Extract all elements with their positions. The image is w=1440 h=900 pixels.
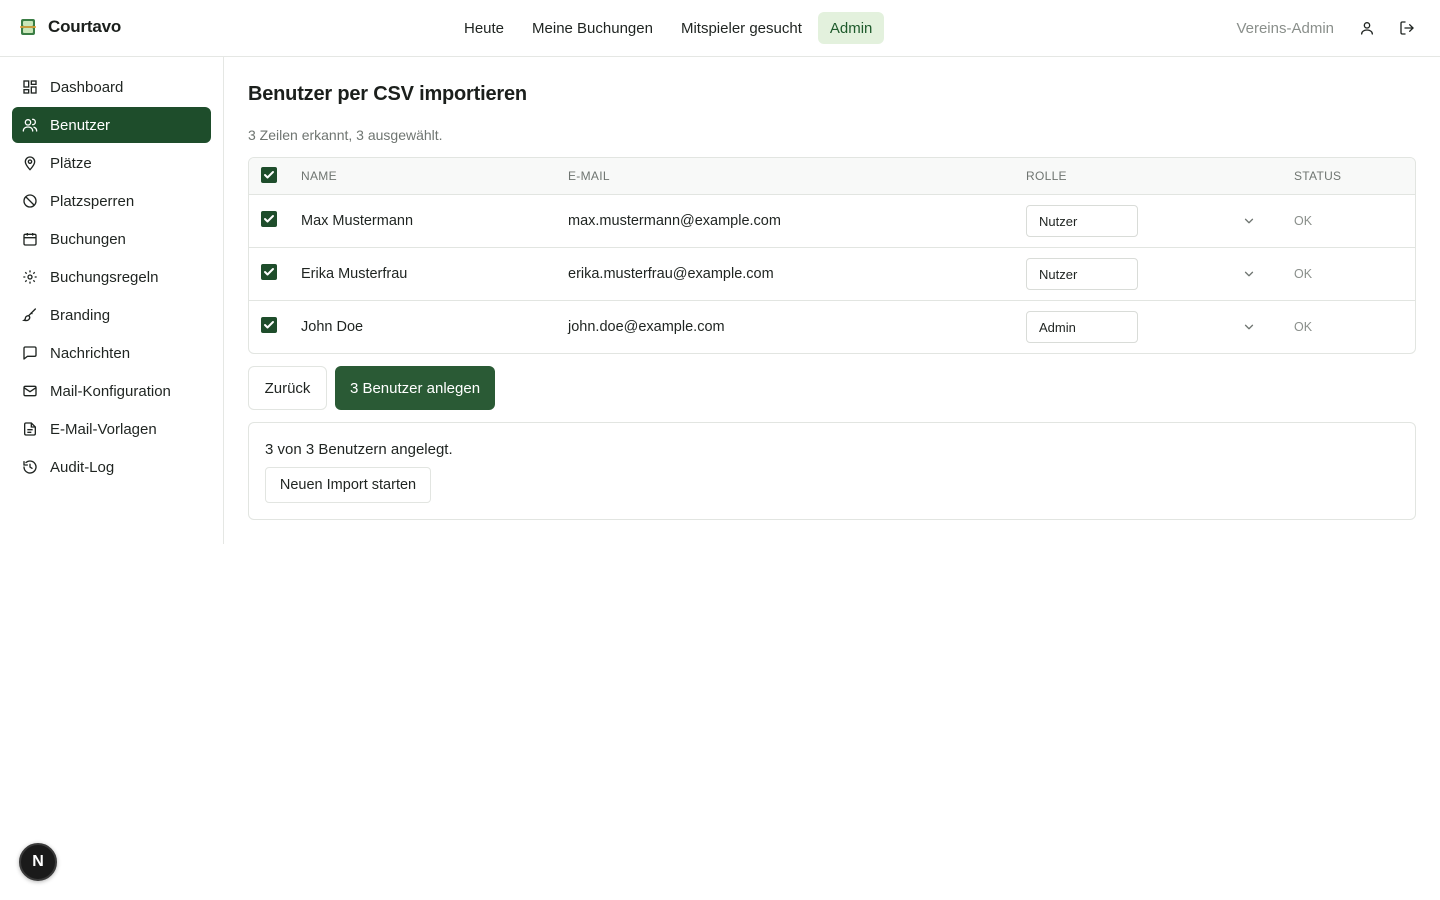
logout-button[interactable] <box>1390 12 1424 44</box>
row-email: erika.musterfrau@example.com <box>568 266 774 282</box>
topnav-meine-buchungen[interactable]: Meine Buchungen <box>520 12 665 44</box>
sidebar-item-label: E-Mail-Vorlagen <box>50 420 157 438</box>
sidebar-item-platzsperren[interactable]: Platzsperren <box>12 183 211 219</box>
row-checkbox[interactable] <box>261 317 277 333</box>
gear-icon <box>23 270 37 284</box>
mail-icon <box>23 385 37 397</box>
check-icon <box>264 321 274 329</box>
sidebar: Dashboard Benutzer Plätze Platzsperren B… <box>0 57 224 544</box>
logout-icon <box>1400 21 1414 35</box>
column-header-status: STATUS <box>1294 169 1342 183</box>
sidebar-item-label: Benutzer <box>50 116 111 134</box>
sidebar-item-label: Platzsperren <box>50 192 135 210</box>
sidebar-item-nachrichten[interactable]: Nachrichten <box>12 335 211 371</box>
restart-import-button[interactable]: Neuen Import starten <box>265 467 431 503</box>
page-title: Benutzer per CSV importieren <box>248 83 527 105</box>
dashboard-icon <box>23 80 37 94</box>
message-icon <box>23 346 37 360</box>
topnav-mitspieler-gesucht[interactable]: Mitspieler gesucht <box>669 12 814 44</box>
sidebar-item-label: Plätze <box>50 154 92 172</box>
table-row: John Doe john.doe@example.com Admin OK <box>249 301 1415 353</box>
ban-icon <box>23 194 37 208</box>
chevron-down-icon[interactable] <box>1242 267 1256 281</box>
profile-button[interactable] <box>1350 12 1384 44</box>
column-header-email: E-MAIL <box>568 169 610 183</box>
column-header-name: NAME <box>301 169 337 183</box>
check-icon <box>264 171 274 179</box>
sidebar-item-dashboard[interactable]: Dashboard <box>12 69 211 105</box>
back-button[interactable]: Zurück <box>248 366 327 410</box>
row-checkbox[interactable] <box>261 211 277 227</box>
create-users-button[interactable]: 3 Benutzer anlegen <box>335 366 495 410</box>
role-select[interactable]: Nutzer <box>1026 205 1138 237</box>
brush-icon <box>22 308 36 322</box>
row-email: john.doe@example.com <box>568 319 725 335</box>
topnav-heute[interactable]: Heute <box>452 12 516 44</box>
row-name: John Doe <box>301 319 364 335</box>
user-area: Vereins-Admin <box>1236 12 1424 44</box>
row-checkbox[interactable] <box>261 264 277 280</box>
select-all-checkbox[interactable] <box>261 167 277 183</box>
sidebar-item-label: Branding <box>50 306 111 324</box>
import-result-text: 3 von 3 Benutzern angelegt. <box>265 441 453 458</box>
check-icon <box>264 268 274 276</box>
users-icon <box>22 118 38 132</box>
table-row: Max Mustermann max.mustermann@example.co… <box>249 195 1415 248</box>
sidebar-item-buchungsregeln[interactable]: Buchungsregeln <box>12 259 211 295</box>
import-table: NAME E-MAIL ROLLE STATUS Max Mustermann … <box>248 157 1416 354</box>
sidebar-item-label: Mail-Konfiguration <box>50 382 171 400</box>
row-status: OK <box>1294 267 1313 281</box>
calendar-icon <box>23 233 37 246</box>
user-icon <box>1361 22 1373 35</box>
chevron-down-icon[interactable] <box>1242 320 1256 334</box>
app-name: Courtavo <box>48 17 122 36</box>
sidebar-item-mail-konfiguration[interactable]: Mail-Konfiguration <box>12 373 211 409</box>
sidebar-item-email-vorlagen[interactable]: E-Mail-Vorlagen <box>12 411 211 447</box>
brand-logo-icon <box>20 19 36 35</box>
role-select[interactable]: Admin <box>1026 311 1138 343</box>
top-bar: Courtavo Heute Meine Buchungen Mitspiele… <box>0 0 1440 57</box>
sidebar-item-buchungen[interactable]: Buchungen <box>12 221 211 257</box>
table-row: Erika Musterfrau erika.musterfrau@exampl… <box>249 248 1415 301</box>
column-header-role: ROLLE <box>1026 169 1067 183</box>
document-icon <box>24 422 36 436</box>
sidebar-item-branding[interactable]: Branding <box>12 297 211 333</box>
row-status: OK <box>1294 214 1313 228</box>
sidebar-item-audit-log[interactable]: Audit-Log <box>12 449 211 485</box>
role-select[interactable]: Nutzer <box>1026 258 1138 290</box>
user-role-label: Vereins-Admin <box>1236 19 1334 37</box>
map-pin-icon <box>24 156 36 171</box>
page-subtitle: 3 Zeilen erkannt, 3 ausgewählt. <box>248 127 443 143</box>
row-status: OK <box>1294 320 1313 334</box>
sidebar-item-label: Buchungen <box>50 230 126 248</box>
import-result-card: 3 von 3 Benutzern angelegt. Neuen Import… <box>248 422 1416 520</box>
sidebar-item-benutzer[interactable]: Benutzer <box>12 107 211 143</box>
brand[interactable]: Courtavo <box>20 17 121 37</box>
table-header: NAME E-MAIL ROLLE STATUS <box>249 158 1415 195</box>
top-navigation: Heute Meine Buchungen Mitspieler gesucht… <box>452 12 885 44</box>
sidebar-item-plaetze[interactable]: Plätze <box>12 145 211 181</box>
row-email: max.mustermann@example.com <box>568 213 781 229</box>
row-name: Erika Musterfrau <box>301 266 408 282</box>
sidebar-item-label: Audit-Log <box>50 458 115 476</box>
sidebar-item-label: Buchungsregeln <box>50 268 159 286</box>
row-name: Max Mustermann <box>301 213 414 229</box>
dev-tools-badge[interactable]: N <box>19 843 57 881</box>
sidebar-item-label: Nachrichten <box>50 344 131 362</box>
check-icon <box>264 215 274 223</box>
topnav-admin[interactable]: Admin <box>817 12 885 44</box>
chevron-down-icon[interactable] <box>1242 214 1256 228</box>
sidebar-item-label: Dashboard <box>50 78 124 96</box>
history-icon <box>23 460 37 474</box>
